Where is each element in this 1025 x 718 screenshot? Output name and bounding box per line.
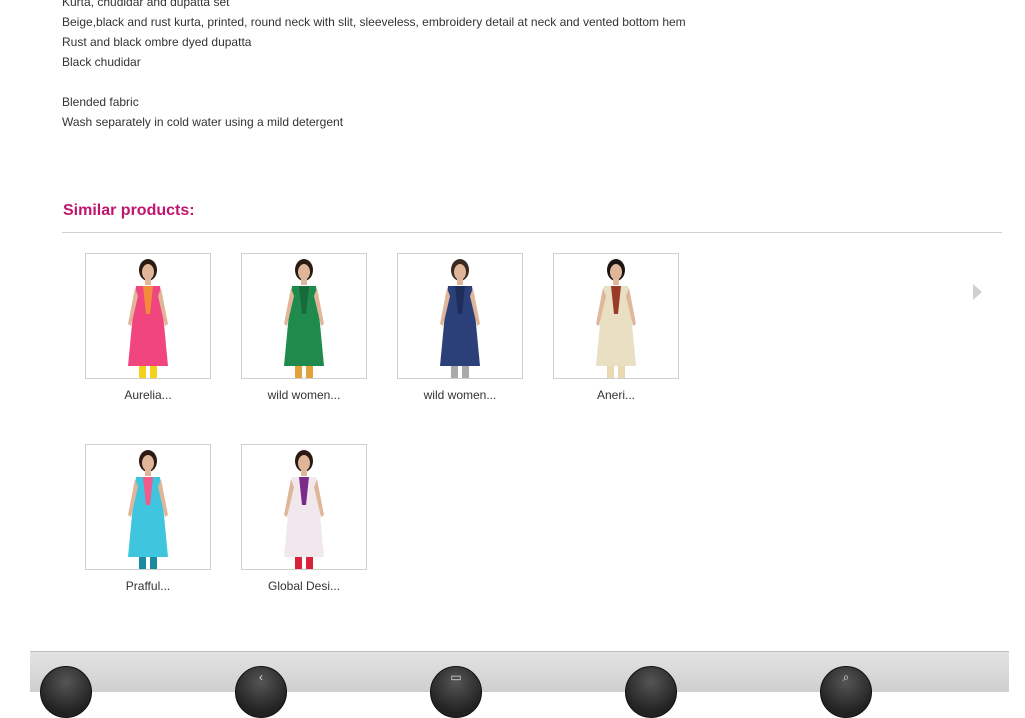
dress-printed-icon: [596, 259, 636, 378]
product-thumbnail[interactable]: [241, 253, 367, 379]
dress-pink-icon: [128, 259, 168, 378]
dress-navy-icon: [440, 259, 480, 378]
product-card[interactable]: Prafful...: [85, 444, 211, 593]
care-line: Blended fabric: [62, 95, 139, 109]
product-name[interactable]: wild women...: [397, 388, 523, 402]
toolbar-button[interactable]: [40, 666, 92, 718]
toolbar-button[interactable]: ⌕: [820, 666, 872, 718]
desc-line: Kurta, chudidar and dupatta set: [62, 0, 230, 9]
product-card[interactable]: Aneri...: [553, 253, 679, 402]
product-thumbnail[interactable]: [397, 253, 523, 379]
desc-line: Rust and black ombre dyed dupatta: [62, 35, 252, 49]
back-icon: ‹: [259, 670, 263, 684]
dress-turquoise-icon: [128, 450, 168, 569]
search-icon: ⌕: [842, 670, 850, 684]
product-name[interactable]: Aneri...: [553, 388, 679, 402]
product-thumbnail[interactable]: [85, 444, 211, 570]
product-name[interactable]: Aurelia...: [85, 388, 211, 402]
care-line: Wash separately in cold water using a mi…: [62, 115, 344, 129]
toolbar-button[interactable]: ▭: [430, 666, 482, 718]
dress-embroidered-icon: [284, 450, 324, 569]
product-card[interactable]: Aurelia...: [85, 253, 211, 402]
product-description: Kurta, chudidar and dupatta set Beige,bl…: [62, 0, 686, 132]
product-thumbnail[interactable]: [241, 444, 367, 570]
toolbar-button[interactable]: ‹: [235, 666, 287, 718]
product-card[interactable]: wild women...: [241, 253, 367, 402]
desc-line: Beige,black and rust kurta, printed, rou…: [62, 15, 686, 29]
product-name[interactable]: wild women...: [241, 388, 367, 402]
carousel-next-arrow-icon[interactable]: [973, 284, 982, 300]
product-thumbnail[interactable]: [85, 253, 211, 379]
desc-line: Black chudidar: [62, 55, 141, 69]
similar-products-title: Similar products:: [63, 202, 195, 219]
menu-icon: ▭: [450, 670, 462, 684]
dress-green-icon: [284, 259, 324, 378]
product-card[interactable]: wild women...: [397, 253, 523, 402]
product-card[interactable]: Global Desi...: [241, 444, 367, 593]
product-name[interactable]: Global Desi...: [241, 579, 367, 593]
product-thumbnail[interactable]: [553, 253, 679, 379]
bottom-toolbar: ‹ ▭ ⌕: [30, 651, 1009, 718]
product-name[interactable]: Prafful...: [85, 579, 211, 593]
toolbar-button[interactable]: [625, 666, 677, 718]
section-divider: [62, 232, 1002, 233]
